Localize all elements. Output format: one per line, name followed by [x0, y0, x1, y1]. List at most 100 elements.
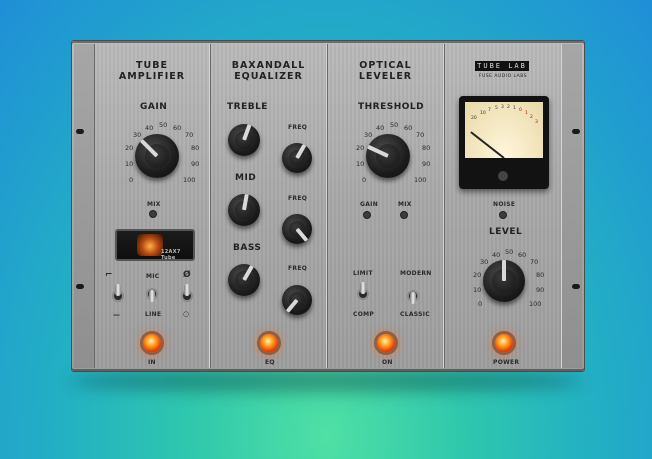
meter-scale: 2: [530, 115, 533, 120]
noise-trim[interactable]: [499, 211, 507, 219]
maker-label: FUSE AUDIO LABS: [478, 74, 528, 79]
module-title: AMPLIFIER: [118, 71, 186, 82]
tick-label: 90: [422, 160, 431, 168]
tick-label: 70: [185, 131, 194, 139]
meter-scale: 1: [525, 111, 528, 116]
treble-freq-label: FREQ: [288, 124, 308, 131]
leveler-mix-label: MIX: [398, 201, 412, 208]
tube-amplifier-module: TUBE AMPLIFIER GAIN 0 10 20 30 40 50 60 …: [94, 44, 210, 368]
eq-led[interactable]: [260, 334, 278, 352]
mid-freq-knob[interactable]: [282, 214, 312, 244]
tick-label: 0: [478, 300, 483, 308]
threshold-label: THRESHOLD: [358, 102, 425, 112]
classic-label: CLASSIC: [400, 311, 430, 318]
phase-off-icon: ○: [183, 310, 190, 318]
line-label: LINE: [145, 311, 162, 318]
tick-label: 0: [129, 176, 134, 184]
highpass-toggle[interactable]: [112, 284, 124, 306]
meter-scale: 1: [513, 106, 516, 111]
meter-scale: 10: [480, 111, 486, 116]
module-title: LEVELER: [358, 71, 413, 82]
highpass-icon: ⌐: [105, 270, 113, 280]
tick-label: 70: [530, 258, 539, 266]
tick-label: 50: [390, 121, 399, 129]
mix-trim-knob[interactable]: [149, 210, 157, 218]
tick-label: 40: [492, 251, 501, 259]
tick-label: 60: [173, 124, 182, 132]
level-knob[interactable]: [483, 260, 525, 302]
module-title: EQUALIZER: [234, 71, 303, 82]
rack-screw-hole: [76, 129, 84, 134]
tick-label: 40: [376, 124, 385, 132]
power-led[interactable]: [495, 334, 513, 352]
rack-screw-hole: [572, 284, 580, 289]
meter-screw: [498, 171, 508, 181]
phase-toggle[interactable]: [181, 284, 193, 306]
tube-display: 12AX7 Tube: [115, 229, 195, 261]
rack-ear-right: [562, 44, 582, 368]
limit-comp-toggle[interactable]: [357, 282, 369, 304]
tick-label: 0: [362, 176, 367, 184]
treble-freq-knob[interactable]: [282, 143, 312, 173]
in-label: IN: [148, 359, 156, 366]
plugin-rack: TUBE AMPLIFIER GAIN 0 10 20 30 40 50 60 …: [72, 41, 584, 371]
gain-label: GAIN: [140, 102, 168, 112]
meter-scale: 3: [501, 105, 504, 110]
mic-line-toggle[interactable]: [146, 282, 158, 304]
mid-label: MID: [235, 173, 257, 183]
tick-label: 30: [364, 131, 373, 139]
rack-screw-hole: [76, 284, 84, 289]
threshold-knob[interactable]: [366, 134, 410, 178]
tick-label: 100: [414, 176, 427, 184]
leveler-on-label: ON: [382, 359, 393, 366]
tick-label: 60: [404, 124, 413, 132]
tick-label: 10: [356, 160, 365, 168]
leveler-mix-trim[interactable]: [400, 211, 408, 219]
meter-scale: 3: [535, 120, 538, 125]
tick-label: 10: [473, 286, 482, 294]
module-title: OPTICAL: [359, 60, 412, 71]
tick-label: 40: [145, 124, 154, 132]
brand-badge: TUBE LAB: [475, 61, 529, 71]
meter-scale: 5: [495, 106, 498, 111]
comp-label: COMP: [353, 311, 375, 318]
treble-label: TREBLE: [227, 102, 268, 112]
tick-label: 30: [133, 131, 142, 139]
gain-knob[interactable]: [135, 134, 179, 178]
noise-label: NOISE: [493, 201, 516, 208]
leveler-gain-label: GAIN: [360, 201, 379, 208]
vu-meter: 20 10 7 5 3 2 1 0 1 2 3: [459, 96, 549, 189]
tick-label: 50: [505, 248, 514, 256]
power-label: POWER: [493, 359, 520, 366]
leveler-led[interactable]: [377, 334, 395, 352]
limit-label: LIMIT: [353, 270, 373, 277]
level-label: LEVEL: [489, 227, 523, 237]
mid-freq-label: FREQ: [288, 195, 308, 202]
tick-label: 50: [159, 121, 168, 129]
bass-freq-knob[interactable]: [282, 285, 312, 315]
tick-label: 100: [183, 176, 196, 184]
input-led[interactable]: [143, 334, 161, 352]
treble-knob[interactable]: [228, 124, 260, 156]
rack-screw-hole: [572, 129, 580, 134]
leveler-gain-trim[interactable]: [363, 211, 371, 219]
bass-knob[interactable]: [228, 264, 260, 296]
meter-scale: 0: [519, 108, 522, 113]
tick-label: 90: [191, 160, 200, 168]
baxandall-eq-module: BAXANDALL EQUALIZER TREBLE FREQ MID FREQ…: [210, 44, 327, 368]
tick-label: 80: [191, 144, 200, 152]
rack-shadow: [70, 370, 582, 392]
tick-label: 70: [416, 131, 425, 139]
mid-knob[interactable]: [228, 193, 260, 226]
phase-icon: Ø: [183, 270, 191, 280]
modern-label: MODERN: [400, 270, 432, 277]
tick-label: 80: [536, 271, 545, 279]
optical-leveler-module: OPTICAL LEVELER THRESHOLD 0 10 20 30 40 …: [327, 44, 444, 368]
meter-scale: 7: [488, 108, 491, 113]
tick-label: 20: [356, 144, 365, 152]
modern-classic-toggle[interactable]: [407, 284, 419, 306]
vu-meter-face: 20 10 7 5 3 2 1 0 1 2 3: [465, 102, 543, 159]
module-title: TUBE: [136, 60, 168, 71]
tick-label: 90: [536, 286, 545, 294]
tick-label: 20: [473, 271, 482, 279]
